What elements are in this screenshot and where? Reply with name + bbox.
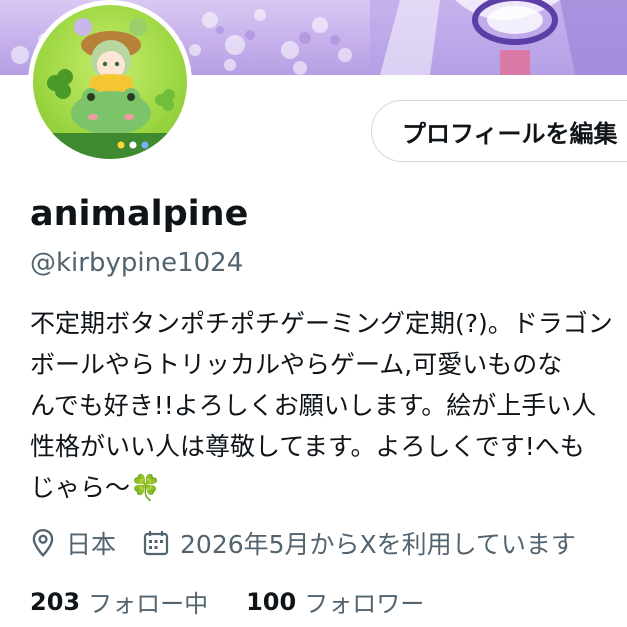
edit-profile-button[interactable]: プロフィールを編集	[371, 100, 627, 162]
profile-bio: 不定期ボタンポチポチゲーミング定期(?)。ドラゴン ボールやらトリッカルやらゲー…	[30, 303, 627, 508]
bio-line: 性格がいい人は尊敬してます。よろしくです!へも	[30, 432, 585, 461]
edit-profile-label: プロフィールを編集	[402, 119, 618, 148]
profile-meta: 日本 2026年5月からXを利用しています	[30, 523, 576, 563]
user-handle: @kirbypine1024	[30, 248, 244, 278]
followers-link[interactable]: 100 フォロワー	[246, 584, 424, 619]
location-text: 日本	[66, 530, 117, 559]
joined-item: 2026年5月からXを利用しています	[142, 525, 576, 561]
bio-line: 不定期ボタンポチポチゲーミング定期(?)。ドラゴン	[30, 309, 613, 338]
followers-label: フォロワー	[304, 590, 425, 618]
calendar-icon	[142, 529, 170, 557]
avatar-image	[33, 5, 187, 159]
follow-stats: 203 フォロー中 100 フォロワー	[30, 584, 424, 619]
display-name: animalpine	[30, 194, 249, 234]
bio-line: じゃら〜🍀	[30, 473, 162, 502]
location-item: 日本	[30, 525, 116, 561]
bio-line: んでも好き!!よろしくお願いします。絵が上手い人	[30, 391, 597, 420]
followers-count: 100	[246, 587, 297, 616]
profile-page: プロフィールを編集 animalpine @kirbypine1024 不定期ボ…	[0, 0, 627, 627]
following-count: 203	[30, 587, 81, 616]
following-label: フォロー中	[88, 590, 209, 618]
location-pin-icon	[30, 528, 56, 558]
joined-text: 2026年5月からXを利用しています	[180, 530, 576, 559]
bio-line: ボールやらトリッカルやらゲーム,可愛いものな	[30, 350, 563, 379]
following-link[interactable]: 203 フォロー中	[30, 584, 208, 619]
avatar[interactable]	[28, 0, 192, 164]
